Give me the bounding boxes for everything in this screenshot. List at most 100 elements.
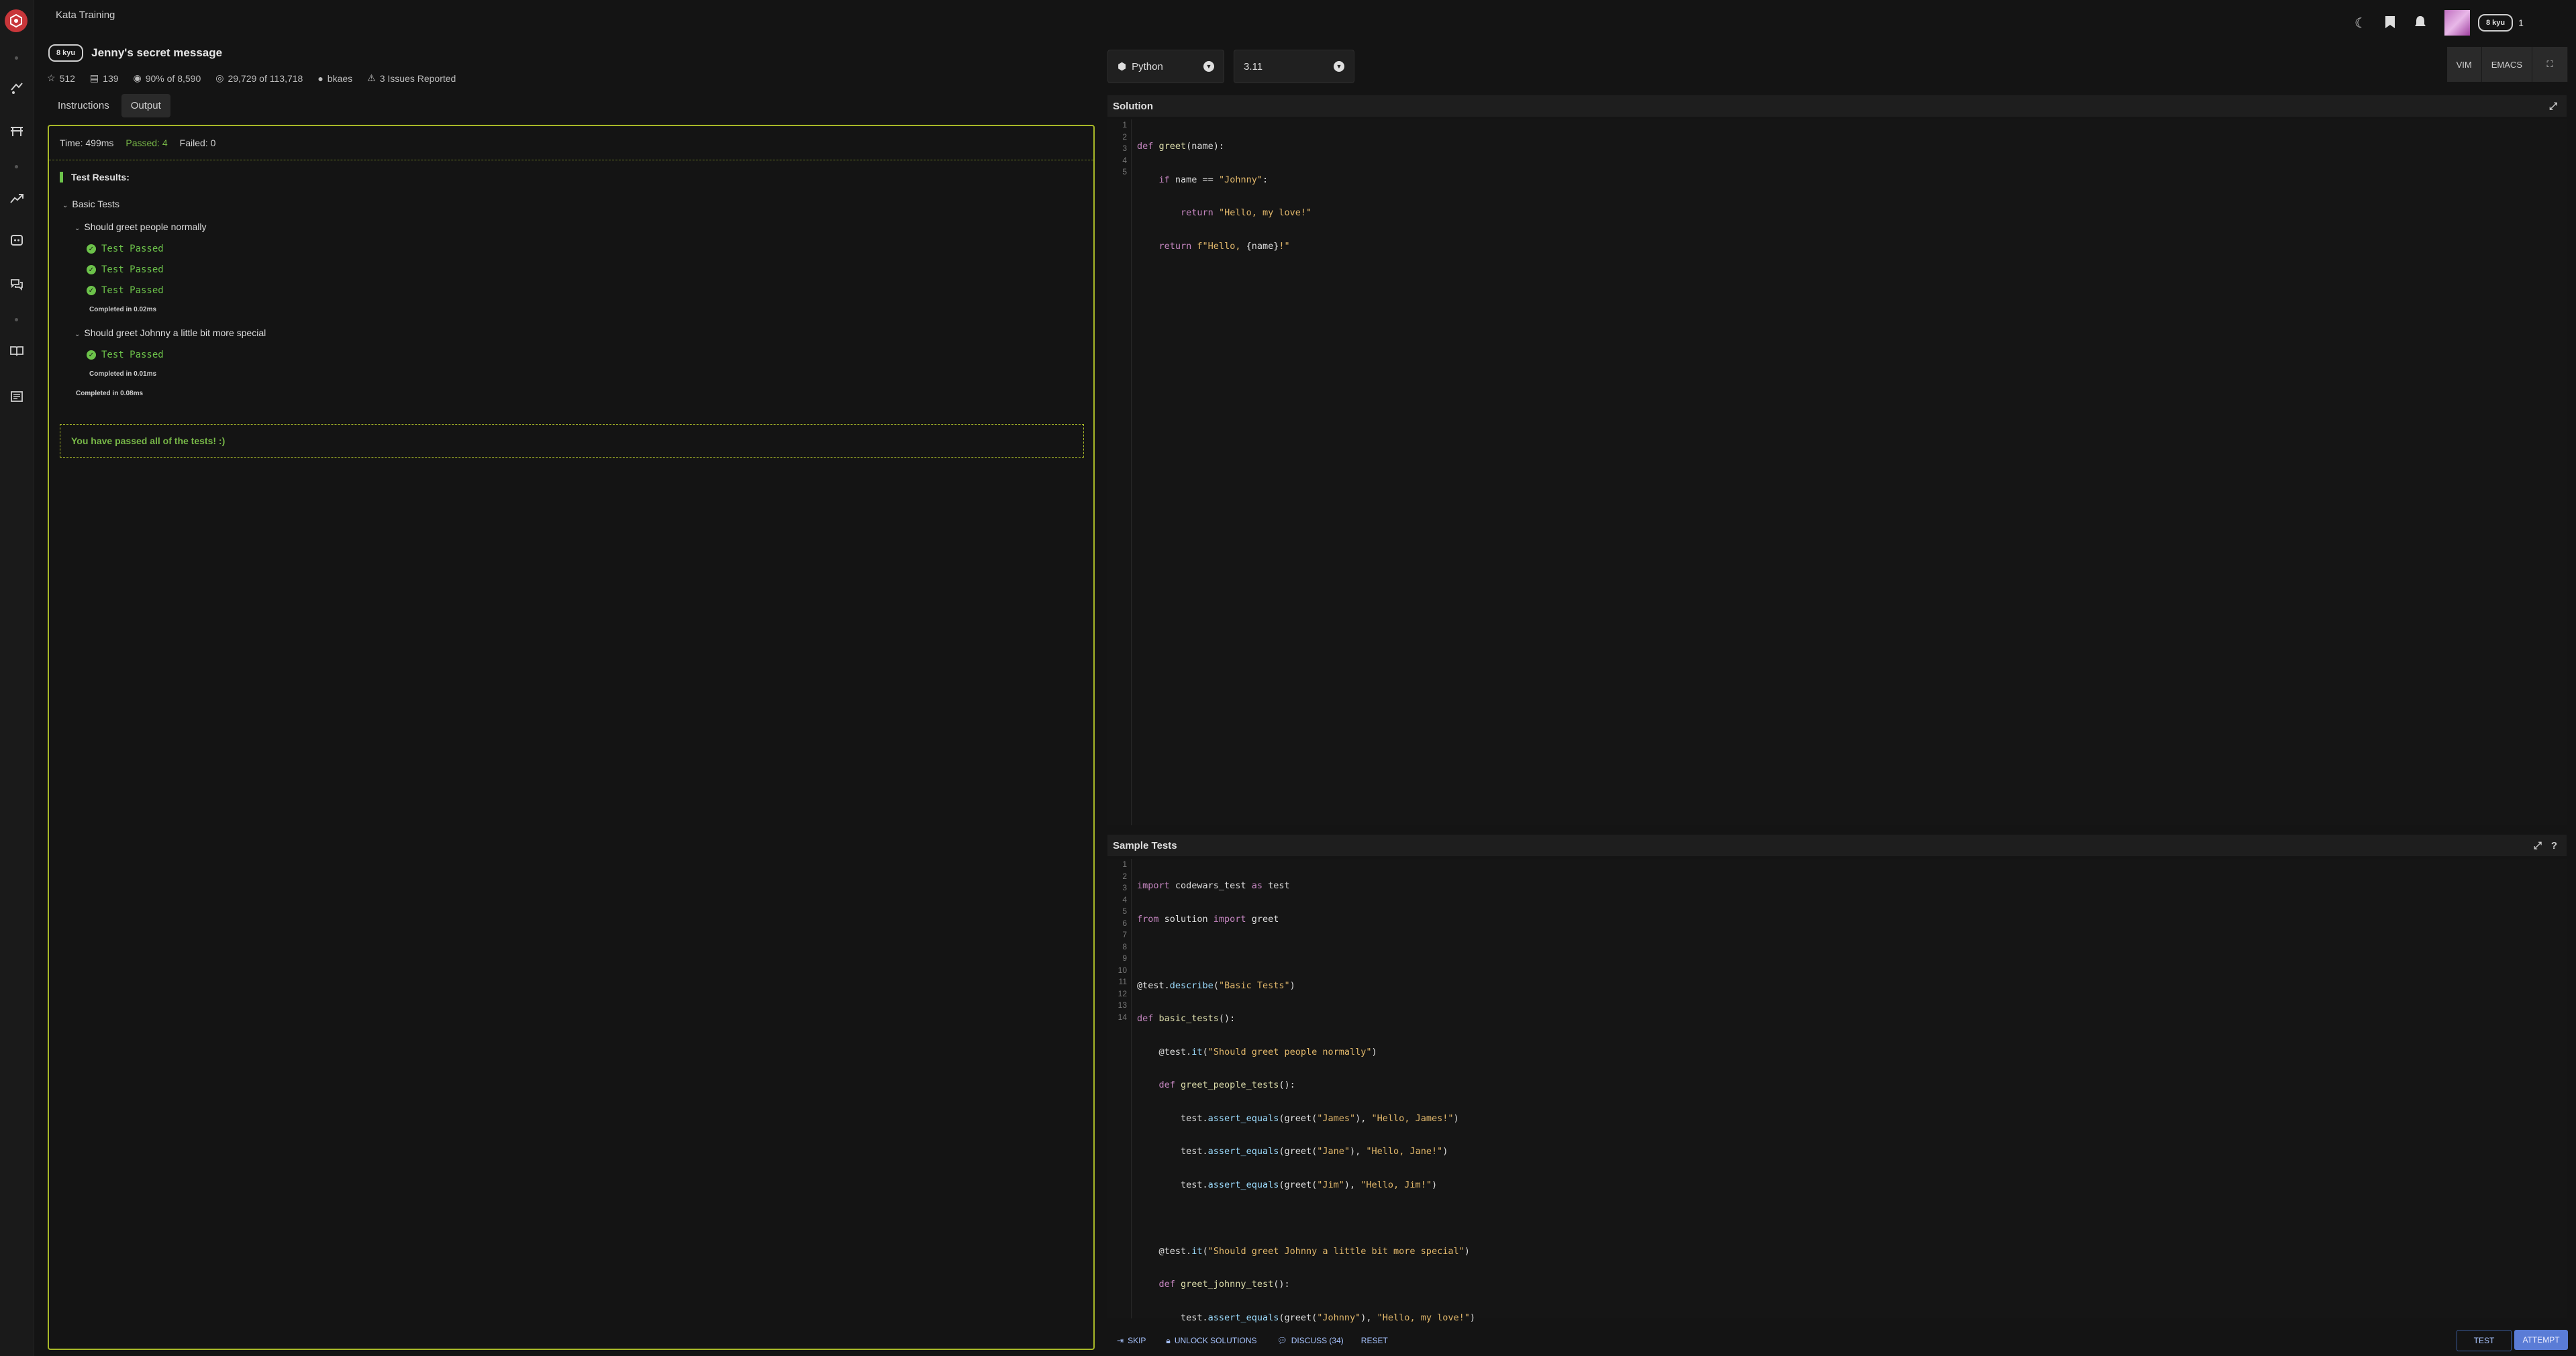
code-line: @test.it("Should greet Johnny a little b… [1158, 1245, 1470, 1257]
code-line: return "Hello, my love!" [1181, 207, 1312, 218]
group-completed-time: Completed in 0.08ms [76, 390, 144, 397]
vim-mode-button[interactable]: VIM [2446, 47, 2482, 82]
code-line: import codewars_test as test [1137, 880, 1290, 891]
target-icon: ◎ [215, 72, 224, 83]
code-line: test.assert_equals(greet("Jim"), "Hello,… [1137, 1179, 1438, 1190]
test-result-row: ✓ Test Passed [87, 264, 164, 275]
avatar[interactable] [2444, 10, 2470, 36]
expand-icon[interactable]: ⤢ [2534, 840, 2542, 851]
output-panel: Time: 499ms Passed: 4 Failed: 0 Test Res… [48, 125, 1095, 1350]
blog-icon[interactable] [8, 388, 26, 405]
user-rank-badge[interactable]: 8 kyu [2477, 14, 2514, 32]
attempt-button[interactable]: ATTEMPT [2514, 1330, 2568, 1350]
docs-book-icon[interactable] [8, 342, 26, 360]
separator-dot [15, 165, 18, 168]
code-line: test.assert_equals(greet("James"), "Hell… [1137, 1112, 1459, 1124]
discussion-icon[interactable] [8, 275, 26, 293]
completed-time: Completed in 0.01ms [89, 370, 157, 378]
user-honor: 1 [2518, 17, 2524, 28]
discuss-button[interactable]: 💬︎ DISCUSS (34) [1277, 1336, 1344, 1345]
warning-icon: ⚠ [367, 72, 376, 83]
skip-button[interactable]: ⇥ SKIP [1117, 1336, 1146, 1345]
it-greet-johnny[interactable]: ⌄ Should greet Johnny a little bit more s… [75, 327, 266, 338]
leaderboard-trend-icon[interactable] [8, 190, 26, 207]
help-icon[interactable]: ? [2551, 840, 2557, 851]
expand-icon[interactable]: ⤢ [2549, 101, 2557, 112]
moon-icon[interactable]: ☾ [2355, 15, 2367, 32]
line-number: 2 [1122, 132, 1127, 142]
test-result-row: ✓ Test Passed [87, 284, 164, 296]
failed-count: Failed: 0 [179, 138, 216, 148]
completed-time: Completed in 0.02ms [89, 306, 157, 313]
sample-tests-code[interactable]: import codewars_test as test from soluti… [1137, 859, 1475, 1345]
discord-icon[interactable] [8, 231, 26, 249]
sidebar-rail [0, 0, 34, 1356]
kata-title: Jenny's secret message [91, 46, 223, 59]
chevron-down-icon: ▼ [1334, 61, 1344, 72]
star-icon: ☆ [47, 72, 56, 83]
unlock-solutions-button[interactable]: 🔒︎ UNLOCK SOLUTIONS [1166, 1336, 1256, 1346]
code-line: return f"Hello, {name}!" [1158, 240, 1290, 252]
user-icon: ● [317, 72, 324, 84]
tab-output[interactable]: Output [121, 94, 170, 117]
line-number: 4 [1122, 894, 1127, 904]
passed-count: Passed: 4 [126, 138, 168, 148]
test-button[interactable]: TEST [2457, 1330, 2512, 1351]
lock-icon: 🔒︎ [1166, 1335, 1171, 1345]
code-line: def greet(name): [1137, 141, 1225, 152]
python-icon: ⬢ [1118, 61, 1127, 72]
sample-tests-editor[interactable]: 1 2 3 4 5 6 7 8 9 10 11 12 13 14 import codewars_test… [1107, 859, 2567, 1323]
solution-code[interactable]: def greet(name): if name == "Johnny": re… [1137, 119, 1311, 307]
code-line: test.assert_equals(greet("Jane"), "Hello… [1137, 1146, 1448, 1157]
kata-title-row: 8 kyu Jenny's secret message [48, 44, 222, 62]
completions-stat: ◎ 29,729 of 113,718 [215, 72, 303, 84]
reset-button[interactable]: RESET [1361, 1336, 1388, 1345]
bell-icon[interactable] [2414, 15, 2427, 32]
line-number: 12 [1118, 988, 1127, 998]
line-number: 5 [1122, 906, 1127, 916]
stars-stat[interactable]: ☆ 512 [47, 72, 75, 84]
code-line: test.assert_equals(greet("Johnny"), "Hel… [1137, 1312, 1475, 1323]
issues-stat[interactable]: ⚠ 3 Issues Reported [367, 72, 456, 84]
solution-editor[interactable]: 1 2 3 4 5 def greet(name): if name == "Johnn… [1107, 119, 2567, 825]
separator-dot [15, 318, 18, 321]
code-line: def greet_johnny_test(): [1158, 1279, 1290, 1290]
code-line: from solution import greet [1137, 913, 1279, 925]
breadcrumb: Kata Training [56, 9, 115, 21]
code-line: @test.it("Should greet people normally") [1158, 1046, 1377, 1057]
bookmark-icon[interactable] [2384, 15, 2396, 32]
emacs-mode-button[interactable]: EMACS [2481, 47, 2532, 82]
training-icon[interactable] [8, 79, 26, 97]
check-circle-icon: ✓ [87, 350, 96, 360]
it-greet-people[interactable]: ⌄ Should greet people normally [75, 221, 207, 232]
version-select[interactable]: 3.11 ▼ [1234, 50, 1354, 83]
line-number: 4 [1122, 155, 1127, 165]
line-numbers: 1 2 3 4 5 [1107, 119, 1132, 825]
line-number: 6 [1122, 918, 1127, 928]
line-number: 2 [1122, 871, 1127, 881]
test-results-title: Test Results: [60, 172, 130, 182]
author-stat[interactable]: ● bkaes [317, 72, 352, 84]
describe-basic-tests[interactable]: ⌄ Basic Tests [62, 199, 119, 209]
collections-stat[interactable]: ▤ 139 [90, 72, 119, 84]
solution-header: Solution ⤢ [1107, 95, 2567, 117]
line-number: 7 [1122, 930, 1127, 939]
kata-stats: ☆ 512 ▤ 139 ◉ 90% of 8,590 ◎ 29,729 of 113,7… [47, 72, 456, 84]
collection-icon: ▤ [89, 72, 99, 83]
fullscreen-button[interactable]: ⛶ [2532, 47, 2568, 82]
language-select[interactable]: ⬢ Python ▼ [1107, 50, 1224, 83]
line-number: 5 [1122, 167, 1127, 176]
success-message: You have passed all of the tests! :) [60, 424, 1084, 458]
line-number: 3 [1122, 883, 1127, 892]
tab-instructions[interactable]: Instructions [48, 94, 119, 117]
code-line: if name == "Johnny": [1158, 174, 1269, 185]
check-circle-icon: ✓ [87, 244, 96, 254]
dojo-icon[interactable] [8, 123, 26, 140]
line-number: 3 [1122, 144, 1127, 153]
chevron-down-icon: ⌄ [75, 331, 81, 338]
eye-icon: ◉ [133, 72, 142, 83]
codewars-logo-icon[interactable] [5, 9, 28, 32]
rank-badge: 8 kyu [48, 44, 84, 62]
chevron-down-icon: ⌄ [62, 202, 68, 209]
